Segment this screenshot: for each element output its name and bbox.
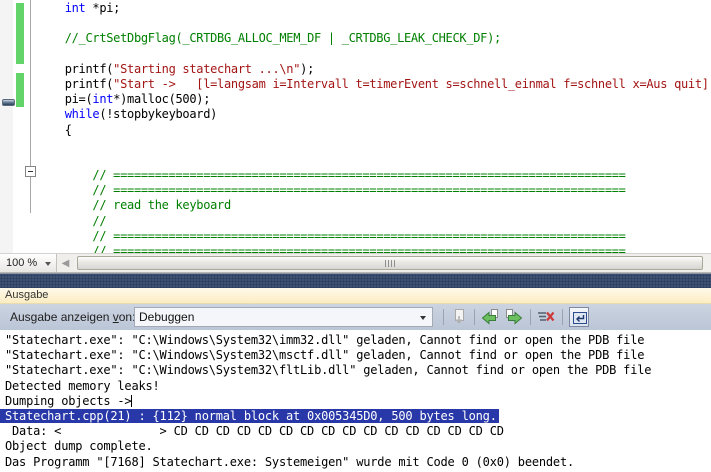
code-line: printf("Start -> [l=langsam i=Intervall … (37, 77, 711, 92)
horizontal-scrollbar-track[interactable] (74, 255, 711, 271)
code-line: //_CrtSetDbgFlag(_CRTDBG_ALLOC_MEM_DF | … (37, 31, 711, 46)
breakpoint-margin[interactable] (0, 0, 13, 253)
output-line[interactable]: Dumping objects -> (5, 394, 711, 409)
next-message-icon (505, 308, 523, 326)
previous-message-icon (481, 308, 499, 326)
code-line (37, 16, 711, 31)
code-line: // =====================================… (37, 183, 711, 198)
zoom-level-value: 100 % (6, 257, 37, 269)
code-line: // read the keyboard (37, 198, 711, 213)
code-line: // (37, 214, 711, 229)
code-line: // =====================================… (37, 229, 711, 244)
output-line[interactable]: "Statechart.exe": "C:\Windows\System32\m… (5, 348, 711, 363)
code-line (37, 138, 711, 153)
toolbar-separator (443, 309, 444, 325)
code-line: pi=(int*)malloc(500); (37, 92, 711, 107)
toggle-word-wrap-button[interactable] (569, 307, 589, 327)
toolbar-separator (530, 309, 531, 325)
output-line[interactable]: Statechart.cpp(21) : {112} normal block … (5, 409, 711, 424)
clear-all-button[interactable] (536, 307, 556, 327)
bookmark-icon (2, 99, 15, 106)
output-line[interactable]: Object dump complete. (5, 439, 711, 454)
output-line[interactable]: "Statechart.exe": "C:\Windows\System32\f… (5, 363, 711, 378)
output-line[interactable]: Das Programm "[7168] Statechart.exe: Sys… (5, 455, 711, 470)
code-editor[interactable]: int *pi; //_CrtSetDbgFlag(_CRTDBG_ALLOC_… (0, 0, 711, 253)
clear-all-icon (537, 308, 555, 326)
ide-window: int *pi; //_CrtSetDbgFlag(_CRTDBG_ALLOC_… (0, 0, 711, 472)
code-line (37, 47, 711, 62)
output-toolbar: Ausgabe anzeigen von: Debuggen (0, 304, 711, 330)
output-text-area[interactable]: "Statechart.exe": "C:\Windows\System32\i… (0, 330, 711, 472)
output-source-dropdown[interactable]: Debuggen (134, 307, 433, 327)
next-message-button[interactable] (504, 307, 524, 327)
show-message-in-code-button[interactable] (449, 307, 469, 327)
scrollbar-grip-icon (385, 260, 395, 267)
editor-scrollbar-row: 100 % ◀ (0, 253, 711, 273)
minus-glyph (28, 171, 33, 172)
output-line[interactable]: "Statechart.exe": "C:\Windows\System32\i… (5, 333, 711, 348)
outlining-margin-line (30, 0, 31, 213)
code-line: while(!stopbykeyboard) (37, 107, 711, 122)
code-lines: int *pi; //_CrtSetDbgFlag(_CRTDBG_ALLOC_… (37, 1, 711, 253)
show-output-from-label: Ausgabe anzeigen von: (10, 310, 135, 324)
previous-message-button[interactable] (480, 307, 500, 327)
output-panel-titlebar[interactable]: Ausgabe (0, 288, 711, 304)
code-line (37, 153, 711, 168)
code-line: int *pi; (37, 1, 711, 16)
scroll-left-arrow-icon[interactable]: ◀ (58, 257, 73, 270)
output-line[interactable]: Detected memory leaks! (5, 379, 711, 394)
window-splitter[interactable] (0, 273, 711, 288)
toolbar-separator (474, 309, 475, 325)
output-panel-title: Ausgabe (5, 289, 48, 301)
zoom-level-dropdown[interactable]: 100 % (0, 254, 57, 272)
output-source-value: Debuggen (139, 310, 194, 324)
chevron-down-icon (420, 316, 426, 320)
show-message-in-code-icon (450, 308, 468, 326)
code-line: { (37, 123, 711, 138)
chevron-down-icon (45, 262, 51, 266)
horizontal-scrollbar-thumb[interactable] (77, 256, 703, 270)
code-line: // =====================================… (37, 168, 711, 183)
change-tracking-bar (16, 73, 24, 107)
toggle-word-wrap-icon (571, 309, 589, 327)
code-line: // =====================================… (37, 244, 711, 253)
toolbar-separator (562, 309, 563, 325)
text-cursor (131, 395, 132, 407)
change-tracking-bar (16, 3, 24, 64)
code-line: printf("Starting statechart ...\n"); (37, 62, 711, 77)
collapse-region-icon[interactable] (25, 166, 36, 177)
output-line[interactable]: Data: < > CD CD CD CD CD CD CD CD CD CD … (5, 424, 711, 439)
